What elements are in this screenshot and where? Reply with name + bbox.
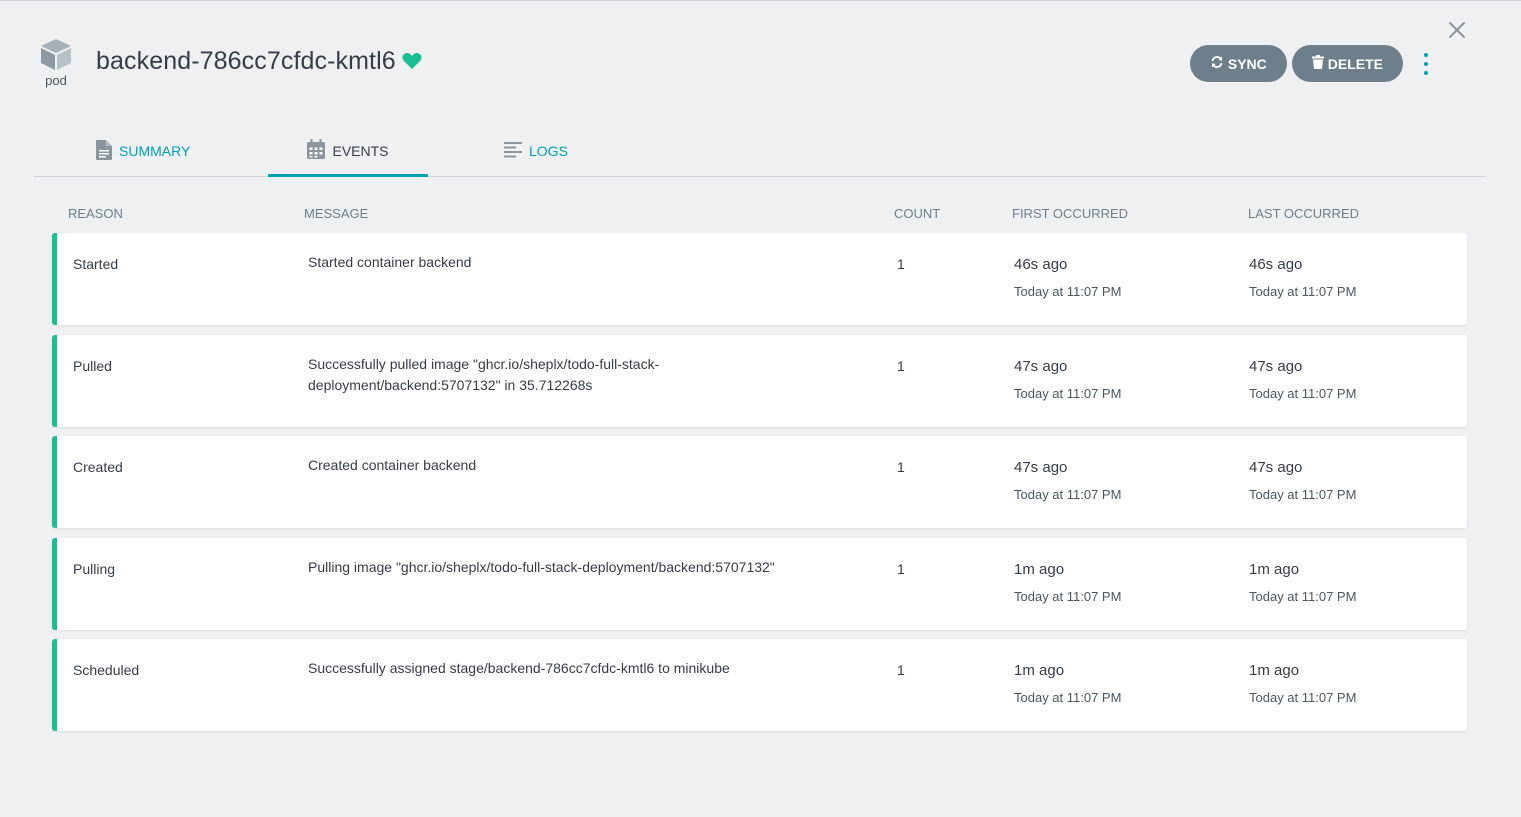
event-count: 1 xyxy=(897,357,905,374)
more-menu-icon[interactable] xyxy=(1422,52,1430,75)
event-message: Started container backend xyxy=(308,254,472,270)
last-ago: 47s ago xyxy=(1249,357,1303,375)
event-reason: Started xyxy=(73,256,119,272)
column-first-occurred: FIRST OCCURRED xyxy=(1012,206,1129,221)
lines-icon xyxy=(504,141,529,161)
event-last-occurred: 47s ago Today at 11:07 PM xyxy=(1249,358,1356,401)
first-ago: 47s ago xyxy=(1014,459,1068,476)
cube-icon xyxy=(38,37,74,71)
delete-button[interactable]: DELETE xyxy=(1291,45,1403,82)
event-last-occurred: 1m ago Today at 11:07 PM xyxy=(1249,662,1356,705)
first-time: Today at 11:07 PM xyxy=(1014,284,1122,299)
tab-logs[interactable]: LOGS xyxy=(504,125,568,177)
events-list: Started Started container backend 1 46s … xyxy=(52,233,1467,741)
first-time: Today at 11:07 PM xyxy=(1014,385,1122,401)
last-ago: 47s ago xyxy=(1249,459,1303,476)
document-icon xyxy=(96,139,119,163)
first-ago: 46s ago xyxy=(1014,256,1068,273)
first-ago: 1m ago xyxy=(1014,662,1065,679)
column-count: COUNT xyxy=(894,206,941,221)
event-message: Successfully assigned stage/backend-786c… xyxy=(308,660,730,676)
tab-logs-label: LOGS xyxy=(529,143,568,159)
first-time: Today at 11:07 PM xyxy=(1014,487,1122,502)
last-time: Today at 11:07 PM xyxy=(1249,385,1357,401)
last-time: Today at 11:07 PM xyxy=(1249,487,1357,502)
event-count: 1 xyxy=(897,459,905,475)
event-reason: Pulled xyxy=(73,357,112,374)
sync-label: SYNC xyxy=(1227,55,1267,72)
table-row: Created Created container backend 1 47s … xyxy=(52,436,1467,528)
table-row: Scheduled Successfully assigned stage/ba… xyxy=(52,639,1467,731)
table-header: REASON MESSAGE COUNT FIRST OCCURRED LAST… xyxy=(0,206,1521,222)
last-time: Today at 11:07 PM xyxy=(1249,588,1357,604)
trash-icon xyxy=(1311,55,1328,72)
sync-icon xyxy=(1210,55,1228,72)
last-ago: 1m ago xyxy=(1249,560,1300,578)
last-ago: 1m ago xyxy=(1249,662,1300,679)
pod-kind: pod xyxy=(38,37,74,88)
column-message: MESSAGE xyxy=(304,206,369,221)
event-reason: Scheduled xyxy=(73,662,140,678)
delete-label: DELETE xyxy=(1327,55,1383,72)
table-row: Pulling Pulling image "ghcr.io/sheplx/to… xyxy=(52,537,1467,630)
event-last-occurred: 1m ago Today at 11:07 PM xyxy=(1249,561,1356,604)
first-ago: 47s ago xyxy=(1014,357,1068,375)
event-last-occurred: 46s ago Today at 11:07 PM xyxy=(1249,256,1356,299)
last-time: Today at 11:07 PM xyxy=(1249,284,1357,299)
event-count: 1 xyxy=(897,662,905,678)
tab-summary-label: SUMMARY xyxy=(119,143,191,159)
event-count: 1 xyxy=(897,256,905,272)
event-reason: Created xyxy=(73,459,123,475)
event-message: Successfully pulled image "ghcr.io/shepl… xyxy=(308,355,660,393)
first-time: Today at 11:07 PM xyxy=(1014,690,1122,705)
calendar-icon xyxy=(307,139,332,162)
last-ago: 46s ago xyxy=(1249,256,1303,273)
last-time: Today at 11:07 PM xyxy=(1249,690,1357,705)
tab-bar: SUMMARY EVENTS LOGS xyxy=(34,125,1485,177)
table-row: Started Started container backend 1 46s … xyxy=(52,233,1467,325)
event-first-occurred: 47s ago Today at 11:07 PM xyxy=(1014,358,1121,401)
column-reason: REASON xyxy=(68,206,123,221)
column-last-occurred: LAST OCCURRED xyxy=(1248,206,1360,221)
event-message: Created container backend xyxy=(308,457,477,473)
event-first-occurred: 46s ago Today at 11:07 PM xyxy=(1014,256,1121,299)
event-reason: Pulling xyxy=(73,560,116,577)
event-message: Pulling image "ghcr.io/sheplx/todo-full-… xyxy=(308,558,775,575)
heart-icon xyxy=(402,52,422,75)
resource-header: pod backend-786cc7cfdc-kmtl6 SYNC DELETE xyxy=(38,37,1468,97)
event-last-occurred: 47s ago Today at 11:07 PM xyxy=(1249,459,1356,502)
page-title: backend-786cc7cfdc-kmtl6 xyxy=(96,47,396,75)
event-count: 1 xyxy=(897,560,905,577)
event-first-occurred: 1m ago Today at 11:07 PM xyxy=(1014,561,1121,604)
kind-label: pod xyxy=(45,73,67,88)
first-ago: 1m ago xyxy=(1014,560,1065,578)
sync-button[interactable]: SYNC xyxy=(1189,45,1287,82)
event-first-occurred: 1m ago Today at 11:07 PM xyxy=(1014,662,1121,705)
event-first-occurred: 47s ago Today at 11:07 PM xyxy=(1014,459,1121,502)
table-row: Pulled Successfully pulled image "ghcr.i… xyxy=(52,334,1467,427)
tab-events-label: EVENTS xyxy=(332,142,389,159)
first-time: Today at 11:07 PM xyxy=(1014,588,1122,604)
tab-summary[interactable]: SUMMARY xyxy=(96,125,190,177)
tab-events[interactable]: EVENTS xyxy=(268,125,428,177)
